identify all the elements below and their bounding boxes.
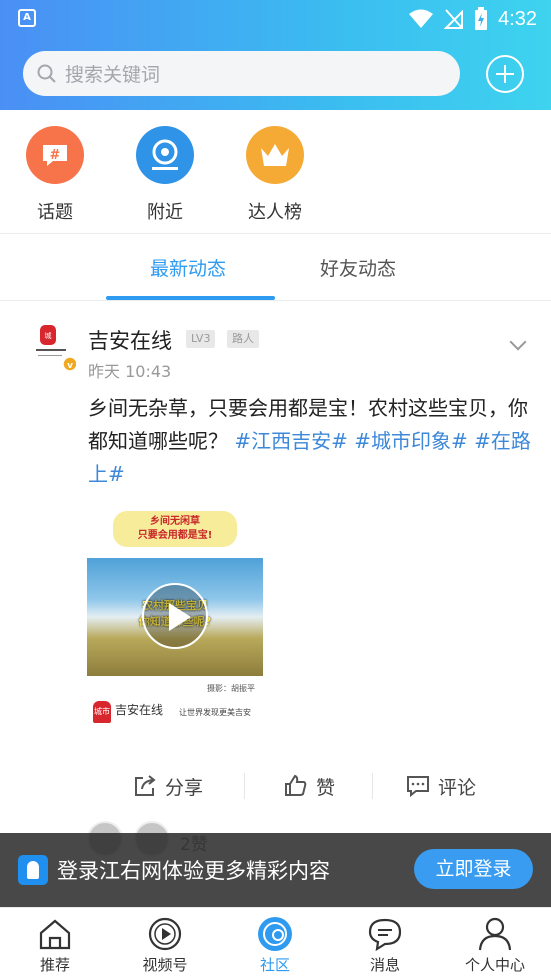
like-label: 赞 <box>316 776 336 799</box>
comment-label: 评论 <box>438 776 477 799</box>
tab-friends[interactable]: 好友动态 <box>320 254 396 281</box>
logo-name: 吉安在线 <box>115 703 164 717</box>
thumbnail-banner: 乡间无闲草 只要会用都是宝! <box>113 511 237 547</box>
banner-line: 乡间无闲草 <box>150 516 200 527</box>
post-body[interactable]: 乡间无杂草，只要会用都是宝！农村这些宝贝，你都知道哪些呢？ #江西吉安# #城市… <box>88 392 536 491</box>
photo-credit: 摄影：胡振平 <box>207 684 255 693</box>
comment-icon <box>407 776 429 798</box>
quick-link-label: 达人榜 <box>248 202 302 223</box>
nav-community[interactable]: 社区 <box>220 908 330 979</box>
home-icon <box>39 919 71 950</box>
nav-label: 推荐 <box>39 956 70 974</box>
divider <box>0 300 551 301</box>
nav-label: 个人中心 <box>464 956 525 974</box>
nav-recommend[interactable]: 推荐 <box>0 908 110 979</box>
search-input[interactable]: 搜索关键词 <box>23 51 460 96</box>
wifi-icon <box>409 9 434 28</box>
post-video-thumbnail[interactable]: 乡间无闲草 只要会用都是宝! 农村那些宝贝 你知道哪些呢? 摄影：胡振平 城市 … <box>87 497 263 735</box>
nav-messages[interactable]: 消息 <box>330 908 440 979</box>
crown-icon <box>246 126 304 184</box>
quick-link-ranking[interactable]: 达人榜 <box>235 126 315 224</box>
author-avatar[interactable]: 城 v <box>30 323 78 372</box>
community-icon <box>258 917 292 951</box>
no-signal-icon <box>444 9 464 29</box>
thumbnail-logo: 城市 吉安在线 让世界发现更美吉安 <box>93 701 263 725</box>
svg-text:城: 城 <box>45 332 52 340</box>
user-icon <box>478 917 512 951</box>
author-name[interactable]: 吉安在线 <box>88 325 172 355</box>
nav-label: 消息 <box>369 956 400 974</box>
video-icon <box>148 917 182 951</box>
chevron-down-icon[interactable] <box>509 333 527 351</box>
location-icon <box>136 126 194 184</box>
app-header: A 4:32 搜索关键词 <box>0 0 551 110</box>
post-time: 昨天 10:43 <box>88 362 172 381</box>
nav-label: 社区 <box>259 956 290 974</box>
svg-text:v: v <box>67 361 73 371</box>
bottom-navigation: 推荐 视频号 社区 消息 个人中心 <box>0 907 551 979</box>
message-icon <box>368 918 402 952</box>
divider <box>244 773 245 799</box>
play-icon[interactable] <box>142 583 208 649</box>
svg-text:#: # <box>50 148 61 163</box>
role-badge: 路人 <box>227 330 259 348</box>
battery-charging-icon <box>475 7 488 30</box>
status-bar: A 4:32 <box>0 0 551 38</box>
nav-label: 视频号 <box>142 956 188 974</box>
search-icon <box>37 64 56 83</box>
tab-latest[interactable]: 最新动态 <box>150 254 226 281</box>
add-post-button[interactable] <box>486 55 524 93</box>
login-banner-text: 登录江右网体验更多精彩内容 <box>57 859 330 883</box>
app-logo-icon <box>18 855 48 885</box>
nav-profile[interactable]: 个人中心 <box>440 908 550 979</box>
status-indicators: 4:32 <box>408 6 537 32</box>
level-badge: LV3 <box>186 330 216 348</box>
quick-link-nearby[interactable]: 附近 <box>125 126 205 224</box>
login-button[interactable]: 立即登录 <box>414 849 533 889</box>
hashtag-icon: # <box>26 126 84 184</box>
share-label: 分享 <box>165 776 204 799</box>
thumbs-up-icon <box>285 774 307 796</box>
quick-link-label: 附近 <box>147 202 183 223</box>
quick-link-label: 话题 <box>37 202 73 223</box>
divider <box>0 233 551 234</box>
nav-video[interactable]: 视频号 <box>110 908 220 979</box>
comment-button[interactable]: 评论 <box>406 770 476 802</box>
banner-line: 只要会用都是宝! <box>137 530 213 541</box>
share-icon <box>135 775 156 796</box>
post-tag[interactable]: #江西吉安# <box>234 429 348 453</box>
clock: 4:32 <box>498 7 537 30</box>
search-placeholder: 搜索关键词 <box>65 64 161 86</box>
divider <box>372 773 373 799</box>
app-notification-icon: A <box>18 9 36 27</box>
share-button[interactable]: 分享 <box>133 770 203 802</box>
like-button[interactable]: 赞 <box>284 770 335 802</box>
logo-mark: 城市 <box>93 701 111 723</box>
post-tag[interactable]: #城市印象# <box>354 429 468 453</box>
logo-slogan: 让世界发现更美吉安 <box>179 708 251 717</box>
quick-link-topics[interactable]: # 话题 <box>15 126 95 224</box>
